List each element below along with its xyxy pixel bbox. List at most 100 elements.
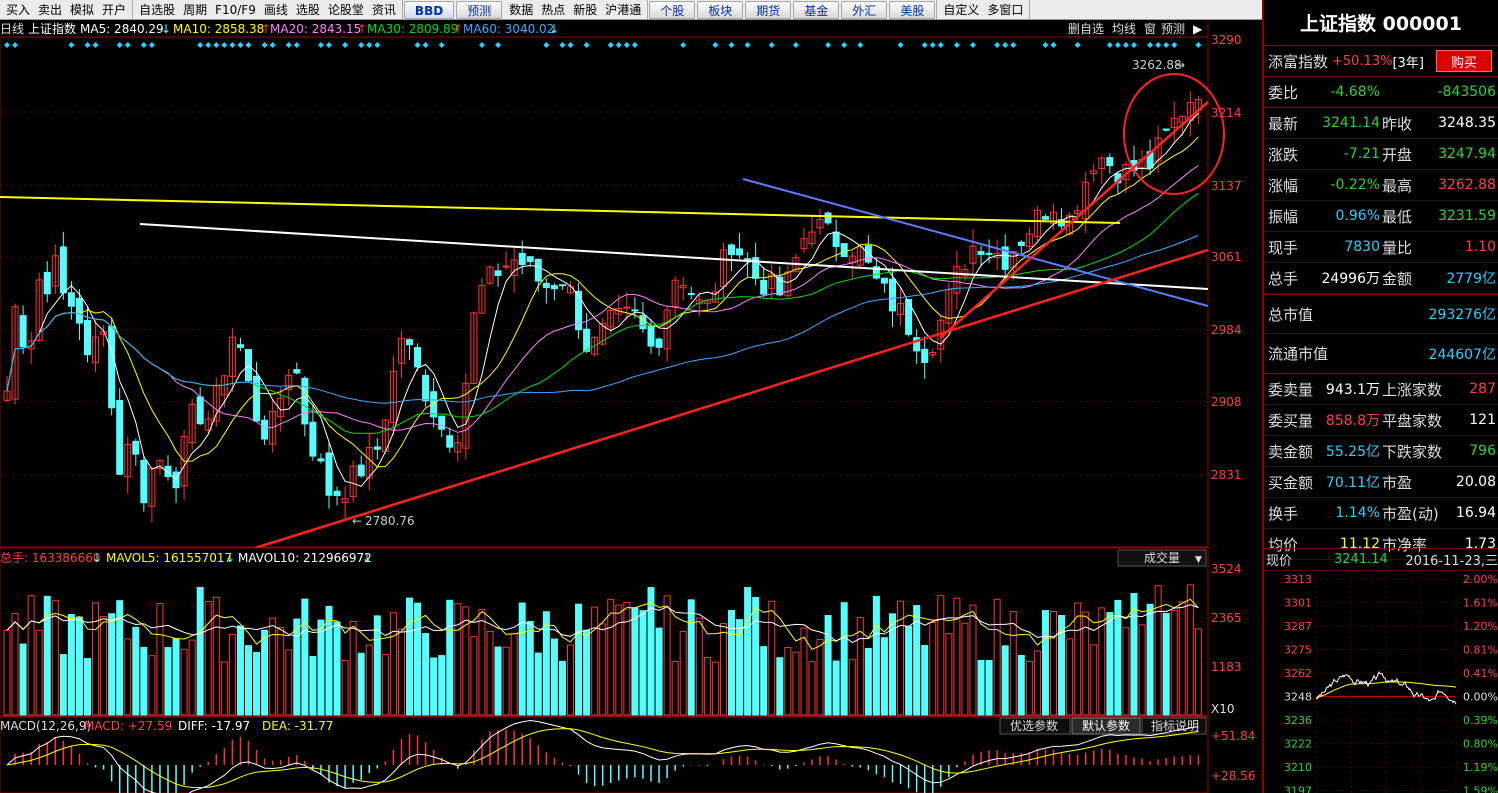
candle-body — [84, 320, 91, 356]
order-label-2: 市盈 — [1382, 473, 1413, 492]
buy-fund-button[interactable]: 购买 — [1436, 50, 1492, 72]
menu-news[interactable]: 资讯 — [368, 0, 400, 19]
tab-funds[interactable]: 基金 — [793, 0, 840, 19]
volume-bar — [864, 647, 872, 716]
menu-forum[interactable]: 论股堂 — [324, 0, 368, 19]
expand-panel-icon[interactable]: ▶ — [1193, 22, 1203, 36]
mini-right-tick: 2.00% — [1463, 573, 1498, 586]
ma30-arrow-icon: ↑ — [453, 22, 463, 36]
candle-body — [301, 377, 309, 425]
menu-f10[interactable]: F10/F9 — [211, 0, 260, 19]
candle-body — [317, 458, 325, 462]
total-volume-arrow-icon: ↓ — [92, 551, 102, 565]
index-name: 上证指数 — [28, 21, 76, 36]
candle-body — [406, 339, 413, 346]
period-label[interactable]: 日线 — [0, 22, 24, 36]
order-value-2: 121 — [1469, 412, 1496, 428]
volume-bar — [438, 655, 446, 716]
mini-chart-header: 现价 3241.14 2016-11-23,三 — [1264, 549, 1498, 571]
quote-value-2: 3231.59 — [1438, 208, 1496, 224]
quote-value-2: 1.10 — [1464, 239, 1496, 255]
tab-bbd[interactable]: BBD — [403, 0, 455, 19]
menu-draw-line[interactable]: 画线 — [260, 0, 292, 19]
intraday-mini-chart[interactable]: 现价 3241.14 2016-11-23,三 3313 2.00% 3301 1.6… — [1264, 548, 1498, 793]
menu-hot[interactable]: 热点 — [537, 0, 569, 19]
menu-hk-connect[interactable]: 沪港通 — [601, 0, 645, 19]
ma30-readout: MA30: 2809.89 — [367, 22, 458, 36]
candle-body — [19, 315, 27, 348]
candle-body — [760, 279, 768, 295]
order-label: 委买量 — [1268, 411, 1314, 430]
quote-value-2: 3262.88 — [1438, 177, 1496, 193]
menu-period[interactable]: 周期 — [179, 0, 211, 19]
ma10-readout: MA10: 2858.38 — [173, 22, 264, 36]
window-button[interactable]: 窗 — [1144, 22, 1156, 36]
quote-value: 24996万 — [1321, 271, 1380, 287]
tab-stock[interactable]: 个股 — [649, 0, 696, 19]
volume-bar — [422, 632, 430, 716]
menu-simulate[interactable]: 模拟 — [66, 0, 98, 19]
volume-bar — [534, 652, 542, 716]
candle-body — [446, 435, 454, 448]
intraday-line-chart: 3313 2.00% 3301 1.61% 3287 1.20% 3275 0.81% 3262… — [1284, 571, 1498, 793]
weibi-percent: -4.68% — [1330, 84, 1380, 100]
remove-watchlist-button[interactable]: 删自选 — [1068, 22, 1104, 36]
quote-row: 涨跌 -7.21 开盘 3247.94 — [1264, 139, 1498, 170]
tab-forex[interactable]: 外汇 — [841, 0, 888, 19]
mavol10-readout: MAVOL10: 212966972 — [238, 551, 372, 565]
menu-buy[interactable]: 买入 — [2, 0, 34, 19]
quote-label-2: 开盘 — [1382, 145, 1413, 164]
candle-body — [502, 265, 510, 268]
menu-watchlist[interactable]: 自选股 — [135, 0, 179, 19]
stock-terminal-window: 买入 卖出 模拟 开户 自选股 周期 F10/F9 画线 选股 论股堂 资讯 B… — [0, 0, 1498, 793]
mini-left-tick: 3222 — [1284, 738, 1312, 751]
macd-tick: +28.56 — [1211, 769, 1255, 783]
mavol5-readout: MAVOL5: 161557017 — [106, 551, 232, 565]
menu-stock-picker[interactable]: 选股 — [292, 0, 324, 19]
volume-bar — [446, 599, 454, 716]
kline-chart-area[interactable]: 日线 上证指数 MA5: 2840.29 ↓ MA10: 2858.38 ↑ M… — [0, 20, 1262, 793]
quote-label: 涨幅 — [1268, 176, 1299, 195]
candle-body — [889, 278, 896, 312]
tab-sector[interactable]: 板块 — [697, 0, 744, 19]
chevron-down-icon: ▼ — [1195, 555, 1202, 565]
price-header: 日线 上证指数 MA5: 2840.29 ↓ MA10: 2858.38 ↑ M… — [0, 21, 1203, 36]
menu-data[interactable]: 数据 — [505, 0, 537, 19]
volume-bar — [542, 611, 550, 716]
candle-body — [631, 309, 639, 312]
mini-left-tick: 3248 — [1284, 691, 1312, 704]
forecast-button[interactable]: 预测 — [1161, 22, 1185, 36]
candle-body — [67, 292, 75, 307]
tab-forecast[interactable]: 预测 — [456, 0, 503, 19]
menu-multi-window[interactable]: 多窗口 — [983, 0, 1027, 19]
quote-label: 总手 — [1268, 269, 1299, 288]
volume-bar — [776, 657, 784, 716]
menu-open-account[interactable]: 开户 — [98, 0, 130, 19]
ma-settings-button[interactable]: 均线 — [1112, 22, 1136, 36]
order-row: 买金额 70.11亿 市盈 20.08 — [1264, 467, 1498, 498]
mini-right-tick: 1.61% — [1463, 597, 1498, 610]
macd-buttons: 优选参数 默认参数 指标说明 — [999, 717, 1207, 735]
volume-bar — [1162, 612, 1170, 716]
volume-bar — [108, 613, 116, 716]
volume-bar — [639, 610, 647, 716]
order-label: 委卖量 — [1268, 380, 1314, 399]
volume-bar — [132, 626, 140, 716]
quote-label-2: 金额 — [1382, 269, 1413, 288]
tab-futures[interactable]: 期货 — [745, 0, 792, 19]
tianfu-label: 添富指数 — [1268, 52, 1329, 71]
order-row: 委卖量 943.1万 上涨家数 287 — [1264, 374, 1498, 405]
candle-body — [558, 284, 566, 287]
order-label: 卖金额 — [1268, 442, 1314, 461]
volume-bar — [75, 616, 83, 716]
volume-bar — [687, 599, 695, 716]
order-value: 70.11亿 — [1325, 475, 1380, 491]
menu-new-stock[interactable]: 新股 — [569, 0, 601, 19]
volume-bar — [236, 625, 244, 716]
menu-sell[interactable]: 卖出 — [34, 0, 66, 19]
price-tick: 3061 — [1211, 250, 1242, 264]
candle-body — [43, 271, 51, 295]
menu-custom[interactable]: 自定义 — [939, 0, 983, 19]
tab-us-stocks[interactable]: 美股 — [889, 0, 936, 19]
volume-bar — [840, 602, 848, 716]
